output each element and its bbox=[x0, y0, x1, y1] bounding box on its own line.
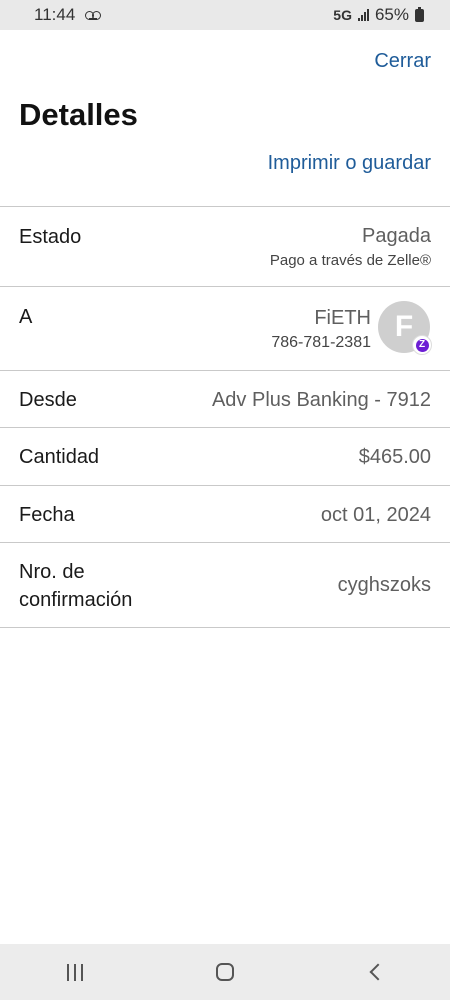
back-icon bbox=[369, 963, 387, 981]
print-or-save-link[interactable]: Imprimir o guardar bbox=[268, 152, 431, 175]
row-recipient: A FiETH 786-781-2381 F Z bbox=[0, 287, 450, 371]
signal-icon bbox=[357, 9, 369, 21]
zelle-icon: Z bbox=[412, 335, 432, 355]
recipient-phone: 786-781-2381 bbox=[271, 334, 371, 351]
close-link[interactable]: Cerrar bbox=[374, 50, 431, 73]
battery-icon bbox=[415, 6, 424, 22]
row-cantidad: Cantidad $465.00 bbox=[0, 428, 450, 486]
status-bar: 11:44 5G 65% bbox=[0, 0, 450, 30]
fecha-value: oct 01, 2024 bbox=[320, 504, 431, 526]
confirmacion-value: cyghszoks bbox=[337, 574, 431, 596]
network-type: 5G bbox=[333, 7, 352, 23]
desde-value: Adv Plus Banking - 7912 bbox=[211, 389, 431, 411]
back-button[interactable] bbox=[345, 952, 405, 992]
details-list: Estado Pagada Pago a través de Zelle® A … bbox=[0, 206, 450, 628]
zelle-note: Pago a través de Zelle® bbox=[269, 252, 431, 269]
status-time: 11:44 bbox=[34, 5, 76, 24]
recent-apps-icon bbox=[67, 963, 83, 981]
row-confirmacion: Nro. de confirmación cyghszoks bbox=[0, 543, 450, 628]
recent-apps-button[interactable] bbox=[45, 952, 105, 992]
row-estado: Estado Pagada Pago a través de Zelle® bbox=[0, 207, 450, 287]
home-button[interactable] bbox=[195, 952, 255, 992]
estado-label: Estado bbox=[19, 226, 82, 248]
voicemail-icon bbox=[85, 10, 102, 20]
recipient-label: A bbox=[19, 306, 33, 328]
battery-level: 65% bbox=[374, 5, 409, 24]
row-fecha: Fecha oct 01, 2024 bbox=[0, 486, 450, 543]
recipient-name: FiETH bbox=[314, 307, 371, 329]
confirmacion-label-line1: Nro. de bbox=[19, 561, 85, 583]
fecha-label: Fecha bbox=[19, 504, 75, 526]
recipient-avatar: F Z bbox=[378, 301, 432, 355]
system-nav-bar bbox=[0, 944, 450, 1000]
page-title: Detalles bbox=[19, 97, 138, 132]
desde-label: Desde bbox=[19, 389, 77, 411]
estado-value: Pagada bbox=[362, 225, 431, 247]
zelle-badge-letter: Z bbox=[415, 338, 429, 352]
cantidad-value: $465.00 bbox=[358, 446, 431, 468]
home-icon bbox=[216, 963, 234, 981]
cantidad-label: Cantidad bbox=[19, 446, 100, 468]
avatar-initial: F bbox=[394, 310, 414, 343]
confirmacion-label-line2: confirmación bbox=[19, 589, 133, 611]
row-desde: Desde Adv Plus Banking - 7912 bbox=[0, 371, 450, 428]
